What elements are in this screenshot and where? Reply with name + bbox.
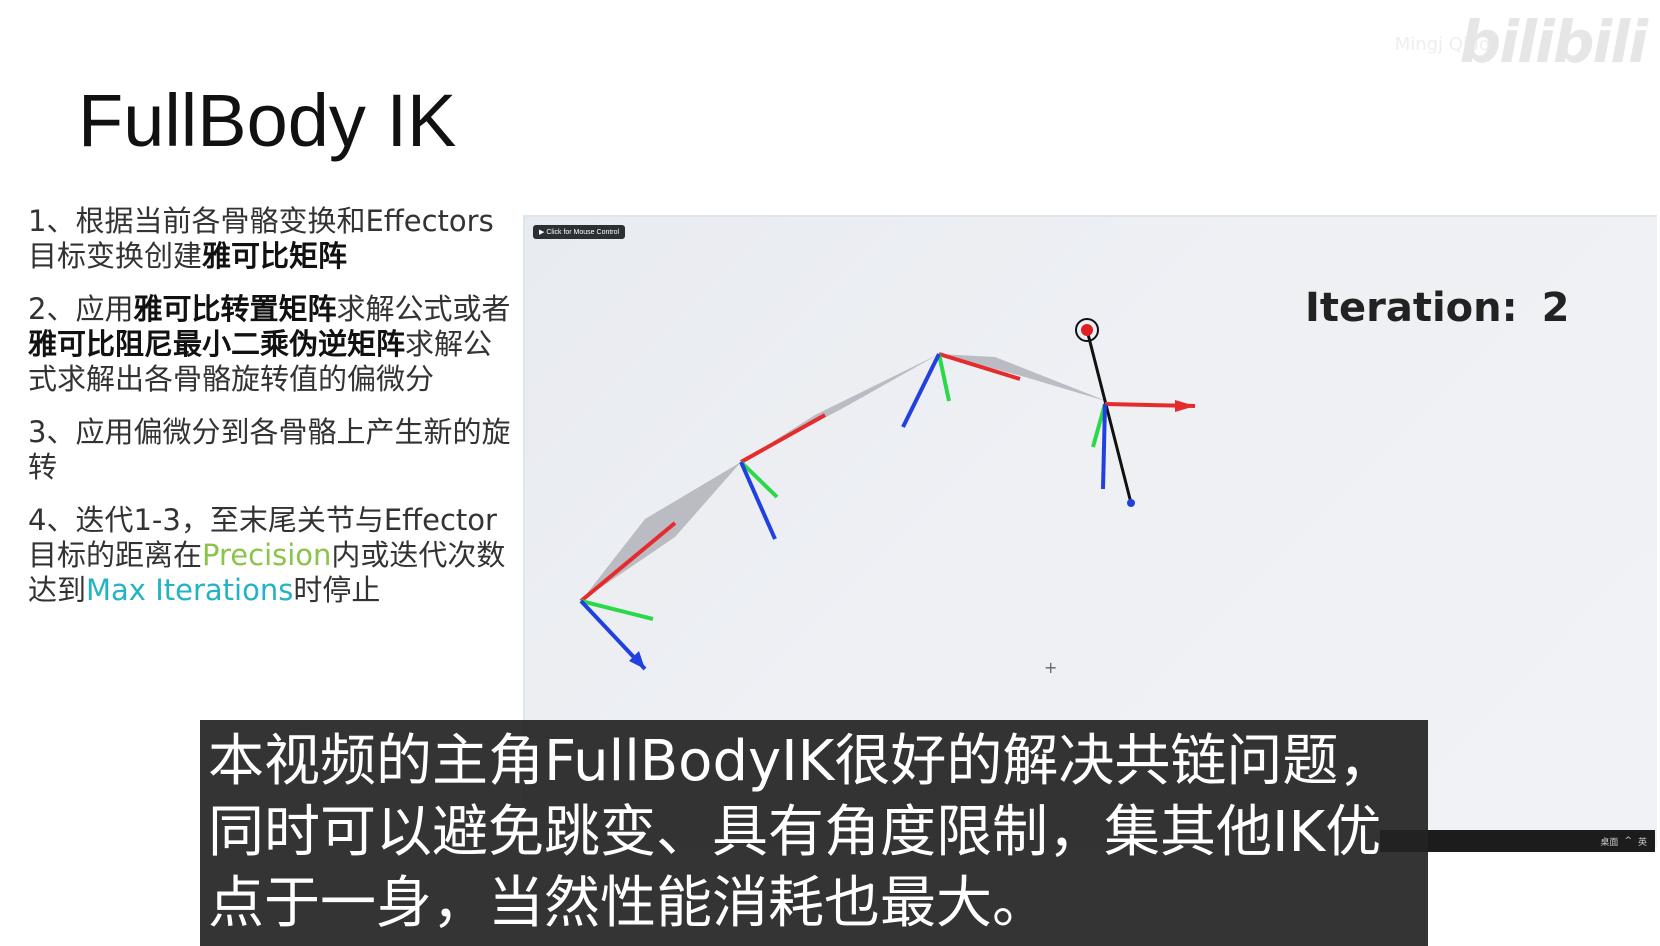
crosshair-icon: + [1044,658,1057,677]
step-text-part: 雅可比阻尼最小二乘伪逆矩阵 [28,327,406,361]
step-text-part: 雅可比矩阵 [202,239,348,273]
end-joint [1127,499,1135,507]
joint3-z-axis [901,353,941,428]
subtitle-line-2: 同时可以避免跳变、具有角度限制，集其他IK优 [208,800,1382,865]
steps-list: 1、根据当前各骨骼变换和Effectors目标变换创建雅可比矩阵 2、应用雅可比… [28,204,518,626]
joint3-y-axis [937,353,951,402]
joint2-z-axis [739,461,777,540]
taskbar-item[interactable]: 英 [1638,835,1647,848]
slide-title: FullBody IK [78,79,457,162]
joint2-x-axis [740,413,826,464]
subtitle-line-1: 本视频的主角FullBodyIK很好的解决共链问题， [208,729,1395,794]
step-text-part: 求解公式或者 [336,292,511,326]
step-text-part: 2、应用 [28,292,134,326]
joint2-y-axis [739,460,779,499]
step-2: 2、应用雅可比转置矩阵求解公式或者雅可比阻尼最小二乘伪逆矩阵求解公式求解出各骨骼… [28,292,518,397]
step-1: 1、根据当前各骨骼变换和Effectors目标变换创建雅可比矩阵 [28,204,518,274]
step-text-part: Max Iterations [86,573,294,607]
end-bone [1085,329,1133,504]
step-3: 3、应用偏微分到各骨骼上产生新的旋转 [28,415,518,485]
step-text-part: 雅可比转置矩阵 [133,292,337,326]
end-z-axis [1101,403,1107,490]
step-4: 4、迭代1-3，至末尾关节与Effector目标的距离在Precision内或迭… [28,503,518,608]
iteration-label: Iteration: [1305,285,1518,331]
joint1-x-axis [579,521,677,603]
iteration-counter: Iteration: 2 [1305,285,1569,331]
iteration-value: 2 [1541,285,1570,331]
step-text-part: Precision [202,538,332,572]
taskbar-item[interactable]: 桌面 [1600,835,1618,848]
bilibili-logo: bilibili [1459,8,1648,76]
step-text-part: 时停止 [293,573,381,607]
step-text-part: 3、应用偏微分到各骨骼上产生新的旋转 [28,415,511,484]
subtitle-overlay: 本视频的主角FullBodyIK很好的解决共链问题， 同时可以避免跳变、具有角度… [200,720,1428,946]
effector-target[interactable] [1081,324,1093,336]
mouse-control-button[interactable]: ▶ Click for Mouse Control [533,225,626,239]
subtitle-line-3: 点于一身，当然性能消耗也最大。 [208,871,1048,936]
taskbar-item[interactable]: ^ [1624,836,1632,846]
